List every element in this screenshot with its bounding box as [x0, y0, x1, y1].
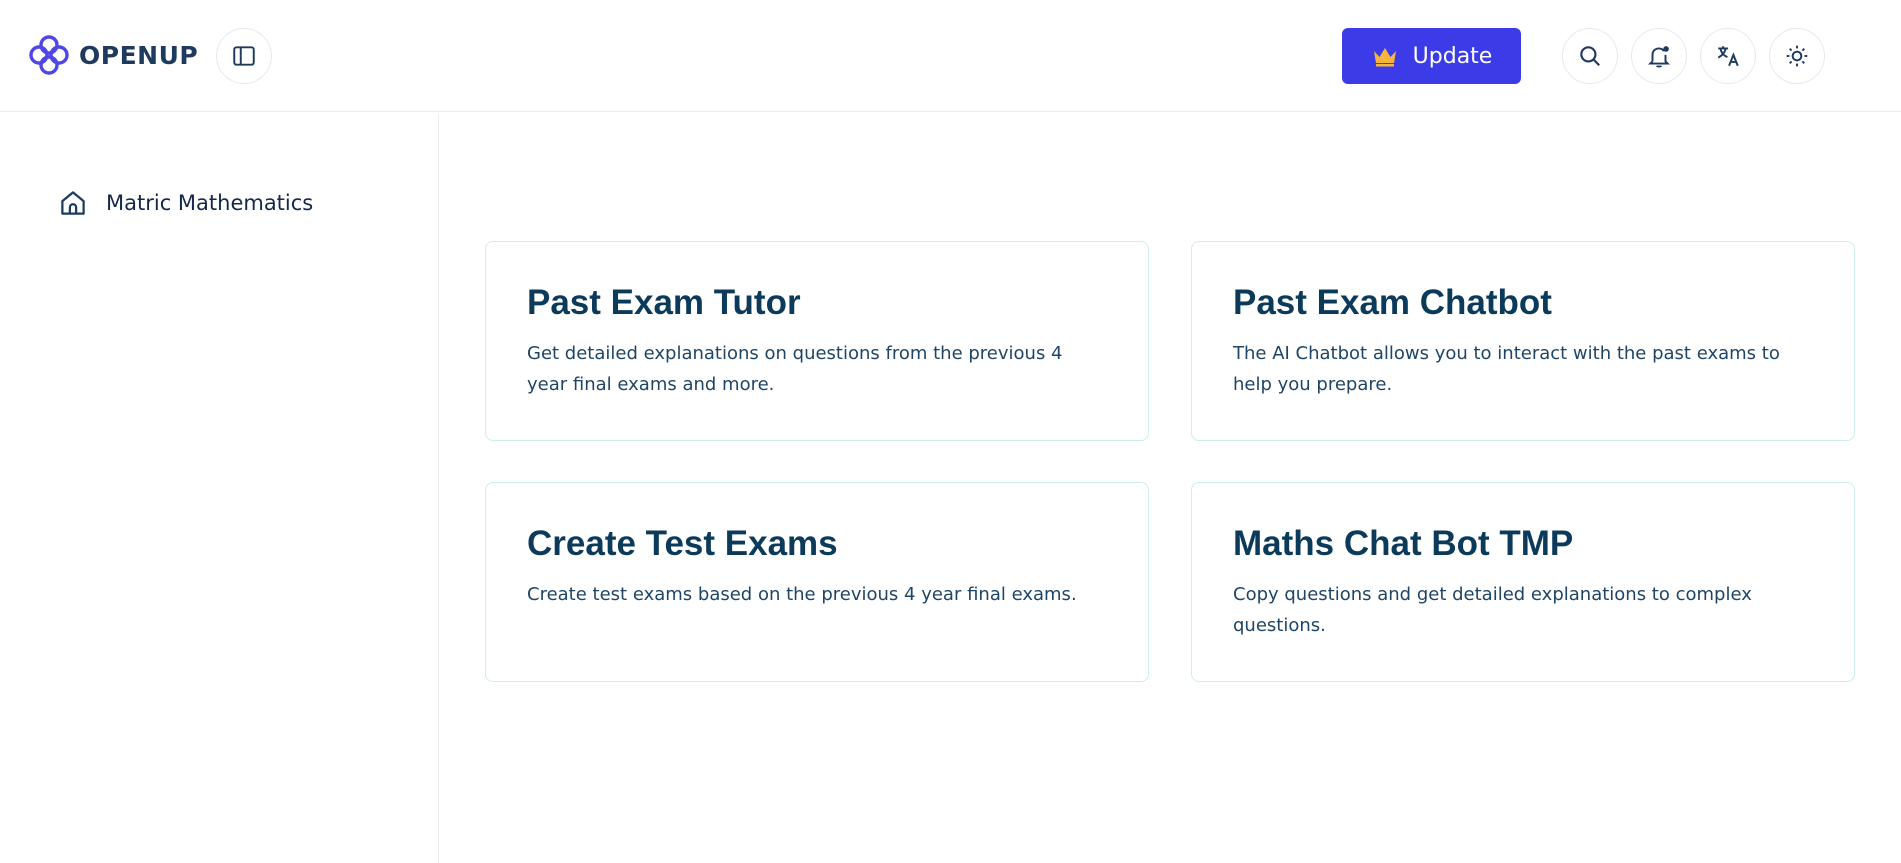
search-button[interactable] [1562, 28, 1618, 84]
logo-icon [29, 35, 69, 75]
card-description: Get detailed explanations on questions f… [527, 343, 1063, 395]
update-button-label: Update [1412, 43, 1493, 69]
translate-icon [1717, 46, 1739, 67]
home-icon [61, 191, 85, 215]
card-maths-chat-bot-tmp[interactable]: Maths Chat Bot TMP Copy questions and ge… [1191, 482, 1855, 682]
sun-icon [1786, 45, 1808, 67]
card-description: The AI Chatbot allows you to interact wi… [1233, 343, 1780, 395]
logo-text: OPENUP [79, 40, 199, 70]
card-description: Copy questions and get detailed explanat… [1233, 584, 1752, 636]
card-title: Maths Chat Bot TMP [1233, 524, 1574, 563]
crown-icon [1373, 48, 1396, 67]
card-title: Past Exam Chatbot [1233, 283, 1552, 322]
search-icon [1580, 46, 1600, 66]
card-create-test-exams[interactable]: Create Test Exams Create test exams base… [485, 482, 1149, 682]
sidebar-item-label: Matric Mathematics [106, 191, 314, 215]
card-title: Create Test Exams [527, 524, 838, 563]
top-header: OPENUP Update [0, 0, 1901, 112]
card-past-exam-chatbot[interactable]: Past Exam Chatbot The AI Chatbot allows … [1191, 241, 1855, 441]
notifications-button[interactable] [1631, 28, 1687, 84]
update-button[interactable]: Update [1342, 28, 1521, 84]
card-past-exam-tutor[interactable]: Past Exam Tutor Get detailed explanation… [485, 241, 1149, 441]
sidebar-toggle-button[interactable] [216, 28, 272, 84]
sidebar-item-matric-mathematics[interactable]: Matric Mathematics [58, 183, 313, 223]
card-title: Past Exam Tutor [527, 283, 801, 322]
theme-toggle-button[interactable] [1769, 28, 1825, 84]
sidebar-toggle-icon [233, 46, 255, 66]
card-description: Create test exams based on the previous … [527, 584, 1077, 605]
logo[interactable]: OPENUP [27, 33, 198, 77]
bell-icon [1647, 46, 1671, 68]
language-button[interactable] [1700, 28, 1756, 84]
sidebar: Matric Mathematics [0, 113, 439, 863]
